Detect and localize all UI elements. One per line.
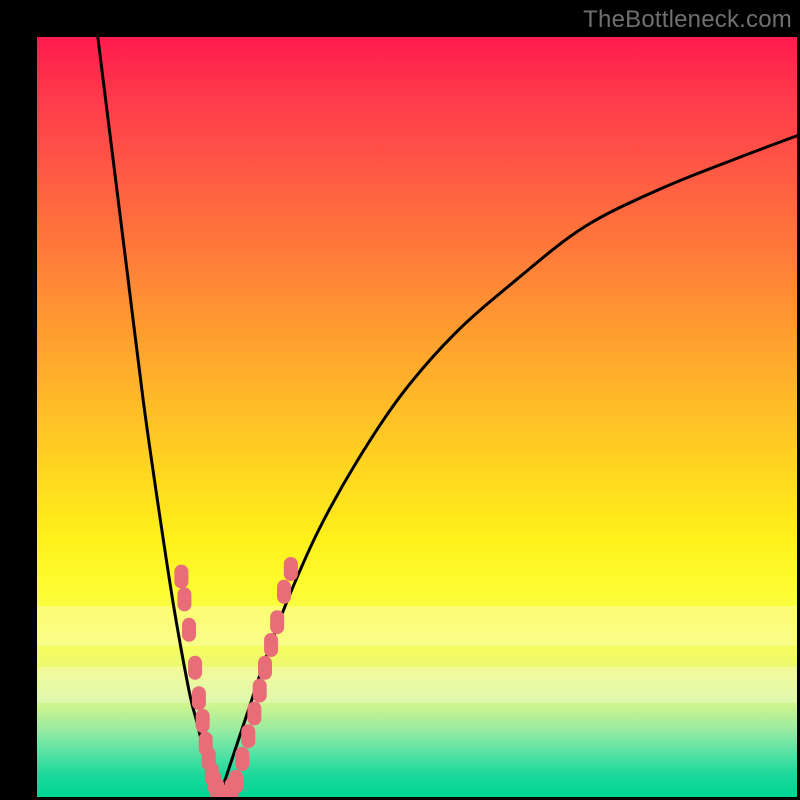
marker-point — [177, 587, 191, 611]
curve-group — [98, 37, 797, 797]
marker-point — [284, 557, 298, 581]
watermark-text: TheBottleneck.com — [583, 6, 792, 34]
curve-right-arm — [219, 136, 797, 797]
marker-point — [277, 580, 291, 604]
marker-point — [247, 701, 261, 725]
marker-point — [241, 724, 255, 748]
marker-point — [229, 770, 243, 794]
marker-point — [253, 679, 267, 703]
marker-point — [188, 656, 202, 680]
marker-group — [174, 557, 297, 797]
chart-stage: TheBottleneck.com — [0, 0, 800, 800]
marker-point — [235, 747, 249, 771]
marker-point — [196, 709, 210, 733]
marker-point — [258, 656, 272, 680]
marker-point — [182, 618, 196, 642]
curve-left-arm — [98, 37, 220, 797]
curve-layer — [37, 37, 797, 797]
plot-area — [37, 37, 797, 797]
marker-point — [174, 565, 188, 589]
marker-point — [264, 633, 278, 657]
marker-point — [270, 610, 284, 634]
marker-point — [192, 686, 206, 710]
